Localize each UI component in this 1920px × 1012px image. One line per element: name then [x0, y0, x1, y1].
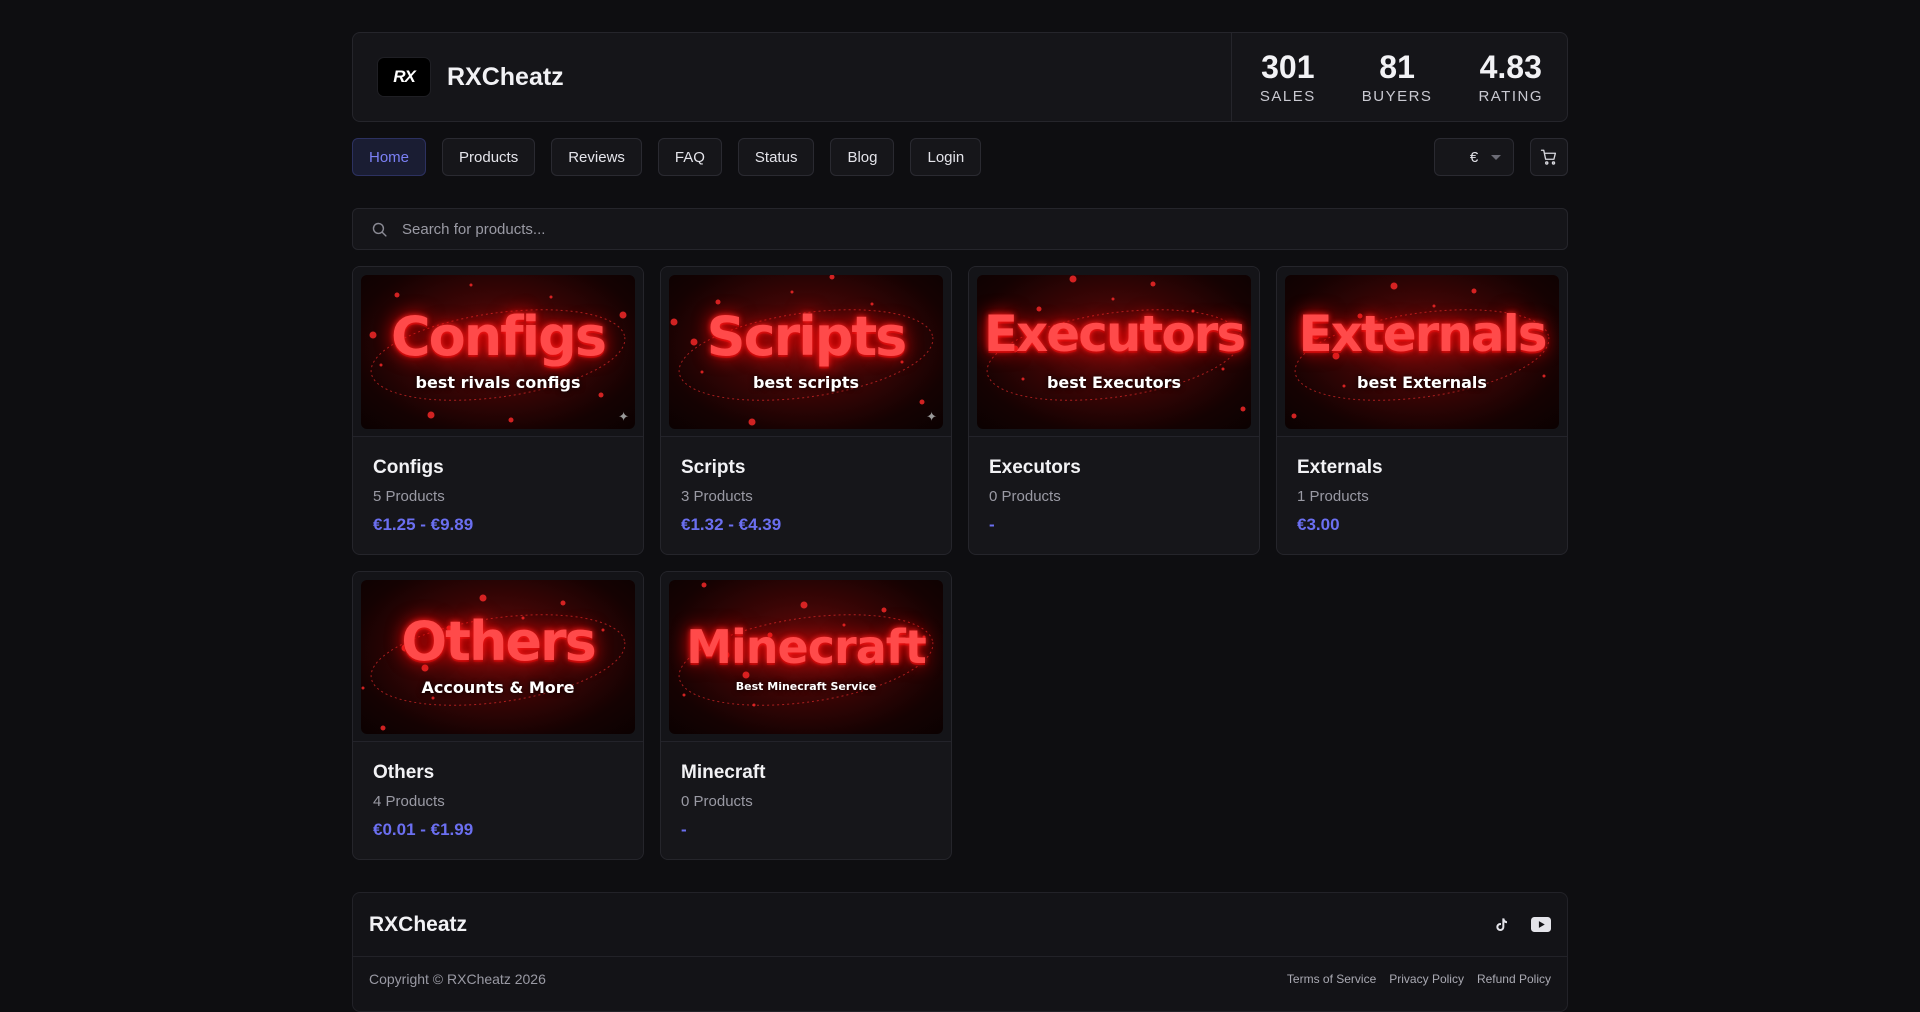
stat-label: RATING	[1478, 87, 1543, 105]
cart-icon	[1540, 149, 1557, 165]
category-card-executors[interactable]: Executors best Executors Executors 0 Pro…	[968, 266, 1260, 555]
category-count: 0 Products	[681, 793, 753, 810]
category-count: 5 Products	[373, 488, 445, 505]
category-card-others[interactable]: Others Accounts & More Others 4 Products…	[352, 571, 644, 860]
category-title: Minecraft	[681, 762, 766, 783]
stat-sales: 301 SALES	[1260, 50, 1316, 105]
copyright: Copyright © RXCheatz 2026	[369, 971, 546, 987]
stat-rating: 4.83 RATING	[1478, 50, 1543, 105]
category-banner: Scripts best scripts ✦	[669, 275, 943, 429]
category-price: €1.32 - €4.39	[681, 515, 782, 534]
stat-label: BUYERS	[1361, 87, 1433, 105]
category-price: €3.00	[1297, 515, 1340, 534]
banner-title: Executors	[983, 305, 1246, 363]
stat-buyers: 81 BUYERS	[1362, 50, 1433, 105]
category-count: 3 Products	[681, 488, 753, 505]
cart-button[interactable]	[1530, 138, 1568, 176]
nav-status[interactable]: Status	[737, 138, 815, 176]
banner-title: Configs	[391, 305, 607, 368]
logo: RX	[377, 57, 431, 97]
category-title: Externals	[1297, 457, 1383, 478]
footer-brand: RXCheatz	[369, 912, 468, 936]
nav-products[interactable]: Products	[442, 138, 536, 176]
category-banner: Others Accounts & More	[361, 580, 635, 734]
stat-value: 4.83	[1479, 48, 1542, 85]
logo-text: RX	[393, 67, 416, 86]
banner-subtitle: best Externals	[1357, 373, 1487, 392]
category-title: Executors	[989, 457, 1081, 478]
category-card-scripts[interactable]: Scripts best scripts ✦ Scripts 3 Product…	[660, 266, 952, 555]
nav-blog[interactable]: Blog	[830, 138, 895, 176]
category-count: 0 Products	[989, 488, 1061, 505]
stat-label: SALES	[1259, 87, 1316, 105]
category-card-externals[interactable]: Externals best Externals Externals 1 Pro…	[1276, 266, 1568, 555]
category-price: €1.25 - €9.89	[373, 515, 474, 534]
category-banner: Minecraft Best Minecraft Service	[669, 580, 943, 734]
main-nav: Home Products Reviews FAQ Status Blog Lo…	[352, 138, 1568, 176]
banner-title: Minecraft	[686, 620, 927, 674]
category-banner: Configs best rivals configs ✦	[361, 275, 635, 429]
nav-faq[interactable]: FAQ	[657, 138, 722, 176]
site-header: RX RXCheatz 301 SALES 81 BUYERS 4.83 RAT…	[352, 32, 1568, 122]
category-card-configs[interactable]: Configs best rivals configs ✦ Configs 5 …	[352, 266, 644, 555]
privacy-link[interactable]: Privacy Policy	[1389, 972, 1464, 986]
sparkle-icon: ✦	[926, 409, 937, 424]
category-title: Others	[373, 762, 435, 783]
category-banner: Executors best Executors	[977, 275, 1251, 429]
category-price: -	[989, 515, 995, 534]
category-price: €0.01 - €1.99	[373, 820, 474, 839]
brand-name: RXCheatz	[447, 62, 564, 91]
tiktok-icon[interactable]	[1493, 916, 1509, 934]
nav-home[interactable]: Home	[352, 138, 427, 176]
stat-value: 81	[1379, 48, 1415, 85]
category-count: 4 Products	[373, 793, 445, 810]
banner-title: Others	[401, 610, 597, 673]
brand[interactable]: RX RXCheatz	[353, 57, 1231, 97]
banner-title: Scripts	[706, 305, 908, 368]
category-title: Configs	[373, 457, 444, 478]
search-input[interactable]	[402, 220, 1502, 238]
search-bar[interactable]	[352, 208, 1568, 250]
sparkle-icon: ✦	[618, 409, 629, 424]
category-banner: Externals best Externals	[1285, 275, 1559, 429]
category-card-minecraft[interactable]: Minecraft Best Minecraft Service Minecra…	[660, 571, 952, 860]
category-count: 1 Products	[1297, 488, 1369, 505]
nav-reviews[interactable]: Reviews	[551, 138, 642, 176]
currency-value: €	[1469, 148, 1479, 166]
nav-login[interactable]: Login	[910, 138, 982, 176]
banner-subtitle: Best Minecraft Service	[735, 680, 877, 693]
stats: 301 SALES 81 BUYERS 4.83 RATING	[1230, 33, 1567, 121]
currency-select[interactable]: €	[1434, 138, 1514, 176]
banner-subtitle: best rivals configs	[415, 373, 581, 392]
chevron-down-icon	[1491, 155, 1501, 160]
terms-link[interactable]: Terms of Service	[1287, 972, 1376, 986]
banner-title: Externals	[1298, 305, 1547, 363]
category-grid: Configs best rivals configs ✦ Configs 5 …	[352, 266, 1568, 860]
search-icon	[372, 222, 387, 237]
site-footer: RXCheatz Copyright © RXCheatz 2026 Terms…	[352, 892, 1568, 1012]
banner-subtitle: best scripts	[752, 373, 860, 392]
category-title: Scripts	[681, 457, 746, 478]
refund-link[interactable]: Refund Policy	[1477, 972, 1551, 986]
stat-value: 301	[1261, 48, 1315, 85]
youtube-icon[interactable]	[1531, 917, 1551, 932]
banner-subtitle: Accounts & More	[421, 678, 575, 697]
category-price: -	[681, 820, 687, 839]
banner-subtitle: best Executors	[1046, 373, 1182, 392]
